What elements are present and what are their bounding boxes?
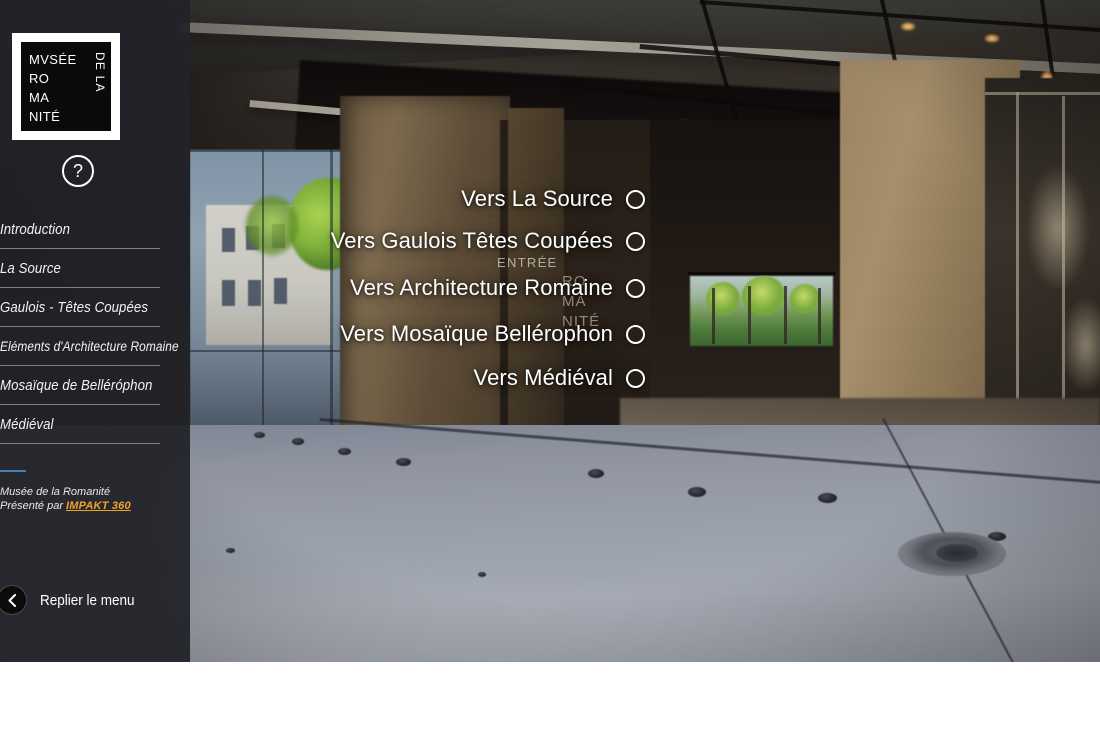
hotspot-label: Vers Architecture Romaine: [350, 275, 613, 300]
hotspot-5[interactable]: Vers Médiéval: [474, 365, 645, 391]
sidebar-item-5[interactable]: Mosaïque de Belléróphon: [0, 366, 190, 405]
sidebar-item-1[interactable]: Introduction: [0, 210, 190, 249]
logo-side-text: DE LA: [93, 52, 107, 93]
page-whitespace: [0, 662, 1100, 736]
circle-ring-icon[interactable]: [626, 231, 645, 251]
sidebar-item-label: Gaulois - Têtes Coupées: [0, 299, 149, 316]
sidebar-menu: Introduction La Source Gaulois - Têtes Cou…: [0, 210, 190, 444]
museum-logo[interactable]: MVSÉE RO MA NITÉ DE LA: [12, 33, 120, 140]
sidebar-item-label: La Source: [0, 260, 61, 277]
chevron-left-icon[interactable]: [0, 585, 27, 615]
circle-ring-icon[interactable]: [626, 278, 645, 298]
hotspot-label: Vers La Source: [461, 186, 613, 211]
logo-wordmark: MVSÉE RO MA NITÉ: [29, 50, 85, 126]
sidebar-item-3[interactable]: Gaulois - Têtes Coupées: [0, 288, 190, 327]
help-glyph: ?: [72, 160, 83, 181]
sidebar-item-label: Eléments d'Architecture Romaine: [0, 339, 179, 354]
impakt-360-link[interactable]: IMPAKT 360: [66, 500, 131, 512]
hotspot-label: Vers Gaulois Têtes Coupées: [330, 228, 613, 253]
footer-credit-prefix: Présenté par: [0, 500, 67, 512]
circle-ring-icon[interactable]: [626, 324, 645, 344]
app-root: ENTRÉE RO MA NITÉ Vers La Source Vers Ga…: [0, 0, 1100, 736]
sidebar: MVSÉE RO MA NITÉ DE LA ? Introduction La …: [0, 0, 190, 662]
logo-line-2: RO: [29, 71, 50, 86]
hotspot-4[interactable]: Vers Mosaïque Bellérophon: [340, 321, 645, 347]
logo-line-3: MA: [29, 90, 50, 105]
circle-ring-icon[interactable]: [626, 189, 645, 209]
circle-ring-icon[interactable]: [626, 368, 645, 388]
hotspot-2[interactable]: Vers Gaulois Têtes Coupées: [331, 228, 645, 254]
sidebar-item-6[interactable]: Médiéval: [0, 405, 190, 444]
footer-divider: [0, 470, 26, 472]
logo-line-1: MVSÉE: [29, 52, 77, 67]
sidebar-item-label: Médiéval: [0, 416, 54, 433]
sidebar-item-label: Introduction: [0, 221, 71, 238]
sidebar-item-2[interactable]: La Source: [0, 249, 190, 288]
footer-line-museum: Musée de la Romanité: [0, 486, 111, 498]
collapse-menu-button[interactable]: Replier le menu: [0, 584, 190, 616]
hotspot-1[interactable]: Vers La Source: [461, 186, 645, 212]
footer-line-credit: Présenté par IMPAKT 360: [0, 499, 190, 513]
logo-line-4: NITÉ: [29, 109, 61, 124]
hotspot-label: Vers Médiéval: [473, 365, 613, 390]
sidebar-footer: Musée de la Romanité Présenté par IMPAKT…: [0, 485, 190, 513]
sidebar-item-label: Mosaïque de Belléróphon: [0, 377, 153, 394]
sidebar-item-4[interactable]: Eléments d'Architecture Romaine: [0, 327, 190, 366]
sidebar-item-divider: [0, 443, 160, 444]
collapse-menu-label: Replier le menu: [40, 591, 135, 609]
hotspot-label: Vers Mosaïque Bellérophon: [340, 321, 613, 346]
help-icon[interactable]: ?: [62, 155, 94, 187]
hotspot-3[interactable]: Vers Architecture Romaine: [350, 275, 645, 301]
